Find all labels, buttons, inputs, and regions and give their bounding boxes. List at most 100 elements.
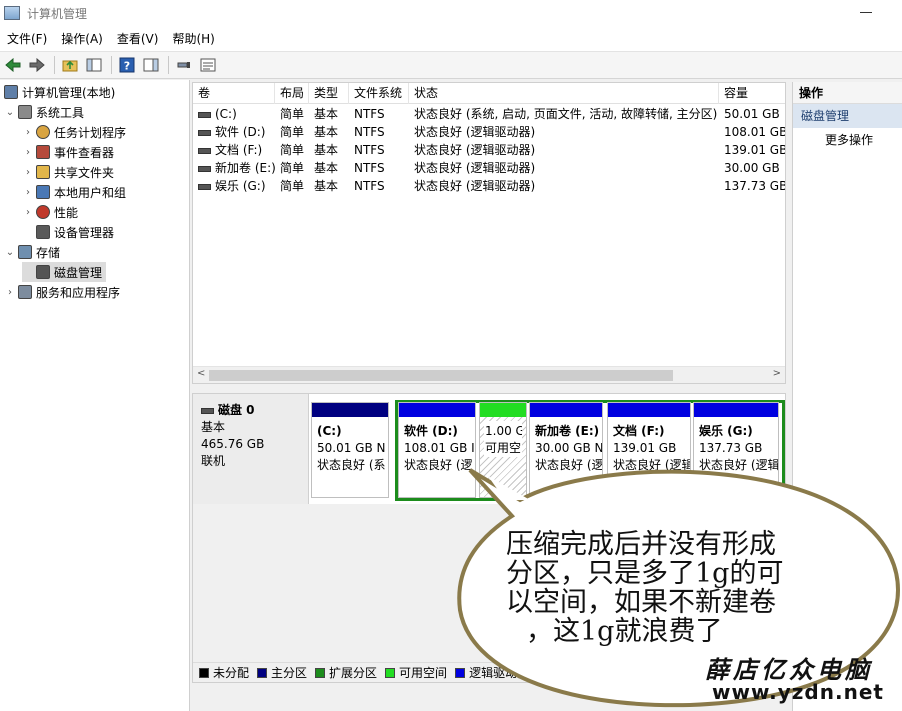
chevron-right-icon[interactable]: › xyxy=(22,167,34,178)
tree-item[interactable]: 磁盘管理 xyxy=(22,262,107,282)
chevron-right-icon[interactable]: › xyxy=(4,287,16,298)
disk-0-label[interactable]: 磁盘 0 基本 465.76 GB 联机 xyxy=(193,394,309,504)
console-tree-icon xyxy=(86,58,102,72)
partition-size: 139.01 GB xyxy=(613,441,677,455)
volume-name: 软件 (D:) xyxy=(215,125,266,139)
help-button[interactable]: ? xyxy=(116,55,138,75)
tree-item[interactable]: › 事件查看器 xyxy=(22,142,114,162)
chevron-down-icon[interactable]: ⌄ xyxy=(4,107,16,118)
table-cell: NTFS xyxy=(354,179,385,193)
menu-help[interactable]: 帮助(H) xyxy=(165,30,221,47)
tools-icon xyxy=(18,105,32,119)
legend-swatch-free xyxy=(385,667,396,678)
back-button[interactable] xyxy=(2,55,24,75)
tree-item[interactable]: › 本地用户和组 xyxy=(22,182,126,202)
partition-size: 50.01 GB N xyxy=(317,441,386,455)
tree-item[interactable]: › 共享文件夹 xyxy=(22,162,114,182)
tree-item[interactable]: 计算机管理(本地) xyxy=(2,82,115,102)
menu-file[interactable]: 文件(F) xyxy=(0,30,54,47)
table-cell: 137.73 GB xyxy=(724,179,785,193)
chevron-right-icon[interactable]: › xyxy=(22,127,34,138)
partition-block[interactable]: 娱乐 (G:) 137.73 GB 状态良好 (逻辑 xyxy=(693,402,779,498)
table-row[interactable]: 娱乐 (G:) 简单 基本 NTFS 状态良好 (逻辑驱动器) 137.73 GB xyxy=(193,177,785,195)
tree-item[interactable]: ⌄ 系统工具 xyxy=(4,102,84,122)
show-hide-action-pane-button[interactable] xyxy=(140,55,162,75)
table-cell: 基本 xyxy=(314,107,339,121)
action-more-actions[interactable]: 更多操作 xyxy=(793,128,902,152)
help-icon: ? xyxy=(119,57,135,73)
table-cell: 状态良好 (逻辑驱动器) xyxy=(414,143,536,157)
action-pane-icon xyxy=(143,58,159,72)
scroll-right-icon[interactable]: > xyxy=(773,368,781,379)
drive-icon xyxy=(198,147,211,154)
partition-block[interactable]: 文档 (F:) 139.01 GB 状态良好 (逻辑 xyxy=(607,402,691,498)
horizontal-scrollbar[interactable]: < > xyxy=(193,366,785,383)
table-cell: 30.00 GB xyxy=(724,161,780,175)
properties-icon xyxy=(200,58,216,72)
menu-action[interactable]: 操作(A) xyxy=(54,30,110,47)
disk-status: 联机 xyxy=(201,454,226,468)
up-folder-button[interactable] xyxy=(59,55,81,75)
tree-item-label: 计算机管理(本地) xyxy=(22,85,116,100)
partition-info: 1.00 G 可用空 xyxy=(484,421,522,457)
table-cell: 文档 (F:) xyxy=(193,141,275,159)
tree-item[interactable]: ⌄ 存储 xyxy=(4,242,60,262)
legend-swatch-unallocated xyxy=(199,667,209,678)
properties-button[interactable] xyxy=(197,55,219,75)
status-area xyxy=(192,683,792,711)
tree-item[interactable]: › 任务计划程序 xyxy=(22,122,126,142)
forward-button[interactable] xyxy=(26,55,48,75)
action-disk-management[interactable]: 磁盘管理 xyxy=(793,104,902,128)
menu-bar: 文件(F) 操作(A) 查看(V) 帮助(H) xyxy=(0,26,902,52)
back-arrow-icon xyxy=(5,58,21,72)
scrollbar-thumb[interactable] xyxy=(209,370,673,381)
partition-size: 137.73 GB xyxy=(699,441,763,455)
column-header-capacity[interactable]: 容量 xyxy=(719,83,785,104)
chevron-down-icon[interactable]: ⌄ xyxy=(4,247,16,258)
chevron-right-icon[interactable]: › xyxy=(22,207,34,218)
tree-item[interactable]: 设备管理器 xyxy=(22,222,114,242)
partition-block[interactable]: (C:) 50.01 GB N 状态良好 (系 xyxy=(311,402,389,498)
partition-status: 状态良好 (逻 xyxy=(404,458,473,472)
toolbar-separator xyxy=(54,56,55,74)
chevron-right-icon[interactable]: › xyxy=(22,187,34,198)
partition-color-band xyxy=(530,403,602,417)
table-row[interactable]: 新加卷 (E:) 简单 基本 NTFS 状态良好 (逻辑驱动器) 30.00 GB xyxy=(193,159,785,177)
toolbar: ? xyxy=(0,52,902,79)
scroll-left-icon[interactable]: < xyxy=(197,368,205,379)
partition-block[interactable]: 1.00 G 可用空 xyxy=(479,402,527,498)
column-header-filesystem[interactable]: 文件系统 xyxy=(349,83,409,104)
table-row[interactable]: 文档 (F:) 简单 基本 NTFS 状态良好 (逻辑驱动器) 139.01 GB xyxy=(193,141,785,159)
table-cell: 娱乐 (G:) xyxy=(193,177,275,195)
watermark-url: www.yzdn.net xyxy=(712,680,884,704)
partition-name: 新加卷 (E:) xyxy=(535,424,600,438)
menu-view[interactable]: 查看(V) xyxy=(110,30,166,47)
table-row[interactable]: (C:) 简单 基本 NTFS 状态良好 (系统, 启动, 页面文件, 活动, 故障转储… xyxy=(193,105,785,123)
shared-folder-icon xyxy=(36,165,50,179)
partition-name: (C:) xyxy=(317,424,342,438)
minimize-button[interactable] xyxy=(860,12,872,13)
volume-name: (C:) xyxy=(215,107,237,121)
column-header-volume[interactable]: 卷 xyxy=(193,83,275,104)
legend-label-free: 可用空间 xyxy=(399,666,448,680)
connect-button[interactable] xyxy=(173,55,195,75)
legend-swatch-extended xyxy=(315,667,326,678)
services-icon xyxy=(18,285,32,299)
tree-item-label: 设备管理器 xyxy=(54,225,115,240)
chevron-right-icon[interactable]: › xyxy=(22,147,34,158)
column-header-status[interactable]: 状态 xyxy=(409,83,719,104)
table-row[interactable]: 软件 (D:) 简单 基本 NTFS 状态良好 (逻辑驱动器) 108.01 GB xyxy=(193,123,785,141)
actions-header: 操作 xyxy=(793,82,902,104)
table-cell: 50.01 GB xyxy=(724,107,780,121)
column-header-type[interactable]: 类型 xyxy=(309,83,349,104)
partition-block[interactable]: 新加卷 (E:) 30.00 GB N 状态良好 (逻 xyxy=(529,402,603,498)
tree-item[interactable]: › 性能 xyxy=(22,202,78,222)
column-header-layout[interactable]: 布局 xyxy=(275,83,309,104)
partition-block[interactable]: 软件 (D:) 108.01 GB I 状态良好 (逻 xyxy=(398,402,476,498)
partition-status: 状态良好 (系 xyxy=(317,458,386,472)
tree-item[interactable]: › 服务和应用程序 xyxy=(4,282,120,302)
show-hide-tree-button[interactable] xyxy=(83,55,105,75)
table-cell: 状态良好 (系统, 启动, 页面文件, 活动, 故障转储, 主分区) xyxy=(414,107,718,121)
drive-icon xyxy=(198,111,211,118)
table-cell: 简单 xyxy=(280,143,305,157)
